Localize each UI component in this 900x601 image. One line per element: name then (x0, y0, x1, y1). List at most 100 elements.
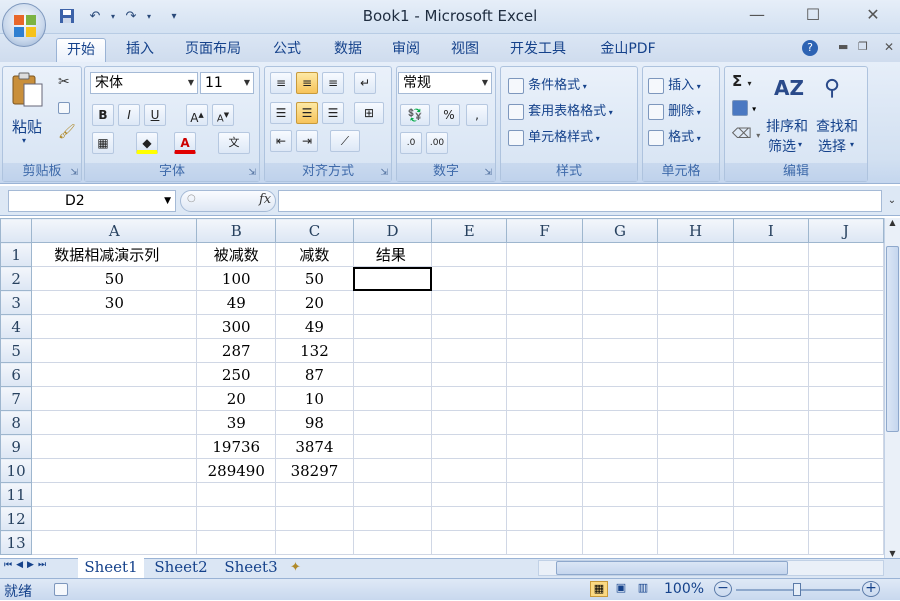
align-middle-icon[interactable]: ≡ (296, 72, 318, 94)
name-box[interactable]: D2 ▼ (8, 190, 176, 212)
font-dialog-launcher[interactable]: ⇲ (248, 168, 256, 178)
cell-i3[interactable] (732, 290, 809, 315)
cell-a9[interactable] (31, 434, 198, 459)
insert-sheet-icon[interactable]: ✦ (290, 560, 301, 575)
cell-c9[interactable]: 3874 (275, 434, 354, 459)
cell-c8[interactable]: 98 (275, 410, 354, 435)
maximize-button[interactable]: ☐ (798, 4, 828, 26)
column-header-f[interactable]: F (506, 218, 583, 243)
cell-e1[interactable] (431, 242, 508, 267)
row-header[interactable]: 2 (0, 266, 33, 291)
cell-a2[interactable]: 50 (31, 266, 198, 291)
sheet-tab-sheet3[interactable]: Sheet3 (218, 558, 284, 578)
paste-button[interactable]: 粘贴 (12, 116, 42, 137)
cell-e2[interactable] (431, 266, 508, 291)
cell-g6[interactable] (581, 362, 659, 387)
zoom-out-icon[interactable]: − (714, 581, 732, 597)
cell-g12[interactable] (581, 506, 659, 531)
cell-a4[interactable] (31, 314, 198, 339)
cell-j2[interactable] (807, 266, 884, 291)
tab-review[interactable]: 审阅 (382, 38, 430, 62)
tab-data[interactable]: 数据 (324, 38, 372, 62)
wrap-text-icon[interactable]: ↵ (354, 72, 376, 94)
cell-h13[interactable] (657, 530, 734, 555)
zoom-slider-thumb[interactable] (793, 583, 801, 596)
cell-h8[interactable] (657, 410, 734, 435)
cell-f4[interactable] (506, 314, 583, 339)
cell-a7[interactable] (31, 386, 198, 411)
cell-g2[interactable] (581, 266, 659, 291)
cell-c4[interactable]: 49 (275, 314, 354, 339)
office-button[interactable] (2, 3, 46, 47)
cell-d12[interactable] (352, 506, 433, 531)
bold-button[interactable]: B (92, 104, 114, 126)
redo-icon[interactable]: ↷ (122, 8, 140, 26)
cell-h1[interactable] (657, 242, 734, 267)
sort-filter-icon[interactable]: AZ (774, 76, 804, 100)
autosum-icon[interactable]: Σ ▾ (732, 72, 751, 90)
cell-d9[interactable] (352, 434, 433, 459)
cell-b1[interactable]: 被减数 (196, 242, 276, 267)
cell-a12[interactable] (31, 506, 198, 531)
cell-d13[interactable] (352, 530, 433, 555)
cell-f9[interactable] (506, 434, 583, 459)
cell-g10[interactable] (581, 458, 659, 483)
worksheet-grid[interactable]: A B C D E F G H I J 1 数据相减演示列 被减数 减数 结果 2 50 10… (0, 218, 884, 558)
increase-indent-icon[interactable]: ⇥ (296, 130, 318, 152)
cell-c10[interactable]: 38297 (275, 458, 354, 483)
increase-decimal-icon[interactable]: .0 (400, 132, 422, 154)
cell-h2[interactable] (657, 266, 734, 291)
cell-i11[interactable] (732, 482, 809, 507)
page-break-view-icon[interactable]: ▥ (634, 581, 652, 597)
cell-g13[interactable] (581, 530, 659, 555)
cell-i6[interactable] (732, 362, 809, 387)
cell-e7[interactable] (431, 386, 508, 411)
cell-g9[interactable] (581, 434, 659, 459)
tab-view[interactable]: 视图 (440, 38, 490, 62)
cell-e9[interactable] (431, 434, 508, 459)
sort-filter-label-2[interactable]: 筛选 (768, 136, 796, 156)
format-cells-button[interactable]: 格式 ▾ (648, 126, 701, 146)
cell-i1[interactable] (732, 242, 809, 267)
macro-record-icon[interactable] (54, 582, 68, 597)
tab-insert[interactable]: 插入 (116, 38, 164, 62)
row-header[interactable]: 4 (0, 314, 33, 339)
cell-f6[interactable] (506, 362, 583, 387)
number-format-select[interactable]: 常规 ▼ (398, 72, 492, 94)
sheet-tab-sheet1[interactable]: Sheet1 (78, 558, 144, 578)
cell-g3[interactable] (581, 290, 659, 315)
cell-c1[interactable]: 减数 (275, 242, 354, 267)
cell-styles-button[interactable]: 单元格样式 ▾ (508, 126, 600, 146)
find-select-dropdown-icon[interactable]: ▾ (850, 140, 854, 149)
format-painter-icon[interactable]: 🖌 (58, 124, 76, 140)
number-dialog-launcher[interactable]: ⇲ (484, 168, 492, 178)
cell-f7[interactable] (506, 386, 583, 411)
fill-icon[interactable]: ▾ (732, 100, 756, 116)
cell-i5[interactable] (732, 338, 809, 363)
cell-c12[interactable] (275, 506, 354, 531)
copy-icon[interactable] (58, 100, 70, 115)
cell-i8[interactable] (732, 410, 809, 435)
cell-j10[interactable] (807, 458, 884, 483)
conditional-format-button[interactable]: 条件格式 ▾ (508, 74, 587, 94)
sheet-tab-sheet2[interactable]: Sheet2 (148, 558, 214, 578)
cell-a1[interactable]: 数据相减演示列 (31, 242, 198, 267)
shrink-font-icon[interactable]: A▼ (212, 104, 234, 126)
cell-f3[interactable] (506, 290, 583, 315)
formula-bar-handle-icon[interactable]: ○ (187, 193, 196, 204)
cell-b9[interactable]: 19736 (196, 434, 276, 459)
ribbon-restore-icon[interactable]: ❐ (858, 40, 868, 53)
cell-d8[interactable] (352, 410, 433, 435)
cell-d10[interactable] (352, 458, 433, 483)
cell-b11[interactable] (196, 482, 276, 507)
column-header-g[interactable]: G (581, 218, 659, 243)
cell-g7[interactable] (581, 386, 659, 411)
cell-i12[interactable] (732, 506, 809, 531)
cell-g4[interactable] (581, 314, 659, 339)
sheet-nav-icons[interactable]: ⏮◀▶⏭ (4, 560, 50, 570)
cell-f1[interactable] (506, 242, 583, 267)
cell-j3[interactable] (807, 290, 884, 315)
save-icon[interactable] (58, 8, 76, 26)
paste-dropdown-icon[interactable]: ▾ (22, 136, 26, 145)
undo-icon[interactable]: ↶ (86, 8, 104, 26)
